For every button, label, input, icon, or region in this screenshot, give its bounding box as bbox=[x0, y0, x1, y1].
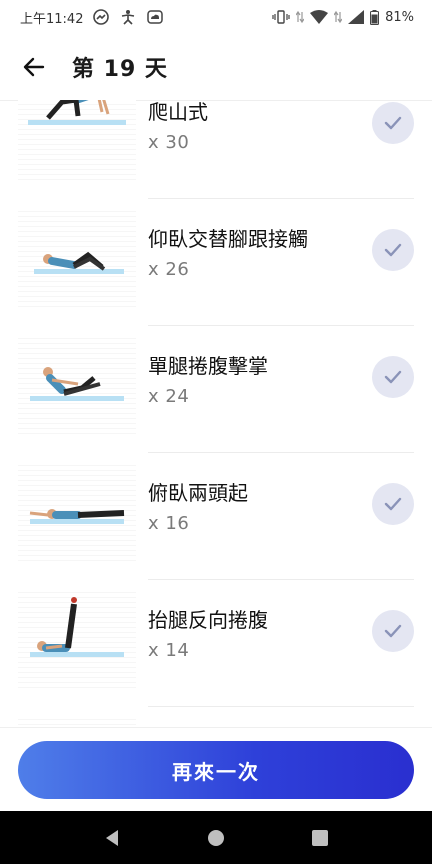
restart-button[interactable]: 再來一次 bbox=[18, 741, 414, 799]
exercise-thumbnail bbox=[18, 715, 136, 727]
triangle-back-icon bbox=[106, 829, 118, 846]
checkmark-icon bbox=[384, 370, 402, 384]
nav-home-button[interactable] bbox=[196, 818, 236, 858]
exercise-thumbnail bbox=[18, 334, 136, 438]
exercise-thumbnail bbox=[18, 100, 136, 184]
exercise-list[interactable]: 爬山式 x 30 仰臥交替腳跟接觸 x 26 單腿捲腹擊掌 x 24 俯臥兩頭起… bbox=[0, 100, 432, 727]
nav-recents-button[interactable] bbox=[300, 818, 340, 858]
status-time: 上午11:42 bbox=[20, 11, 84, 27]
completed-check[interactable] bbox=[372, 229, 414, 271]
exercise-thumbnail bbox=[18, 461, 136, 565]
exercise-thumbnail bbox=[18, 588, 136, 692]
completed-check[interactable] bbox=[372, 610, 414, 652]
data-arrows-icon-2 bbox=[334, 10, 343, 24]
list-item[interactable]: 仰臥交替腳跟接觸 x 26 bbox=[0, 199, 432, 326]
circle-home-icon bbox=[208, 829, 224, 846]
list-item[interactable]: 單腿捲腹擊掌 x 24 bbox=[0, 326, 432, 453]
checkmark-icon bbox=[384, 116, 402, 130]
exercise-reps: x 26 bbox=[148, 259, 190, 280]
exercise-reps: x 14 bbox=[148, 640, 190, 661]
exercise-reps: x 16 bbox=[148, 513, 190, 534]
exercise-name: 單腿捲腹擊掌 bbox=[148, 354, 268, 378]
battery-level: 81% bbox=[385, 9, 414, 25]
app-header: 第 19 天 bbox=[0, 34, 432, 100]
page-title: 第 19 天 bbox=[72, 57, 168, 82]
completed-check[interactable] bbox=[372, 102, 414, 144]
footer: 再來一次 bbox=[0, 727, 432, 812]
exercise-name: 抬腿反向捲腹 bbox=[148, 608, 268, 632]
square-recents-icon bbox=[312, 829, 328, 846]
nav-back-button[interactable] bbox=[92, 818, 132, 858]
list-item[interactable]: 俯臥兩頭起 x 16 bbox=[0, 453, 432, 580]
exercise-name: 爬山式 bbox=[148, 100, 208, 124]
exercise-reps: x 24 bbox=[148, 386, 190, 407]
exercise-thumbnail bbox=[18, 207, 136, 311]
fitness-app-icon bbox=[119, 9, 137, 25]
battery-icon bbox=[370, 9, 380, 25]
back-button[interactable] bbox=[10, 43, 58, 91]
exercise-reps: x 30 bbox=[148, 132, 190, 153]
status-bar: 上午11:42 81% bbox=[0, 0, 432, 34]
checkmark-icon bbox=[384, 624, 402, 638]
exercise-name: 仰臥交替腳跟接觸 bbox=[148, 227, 308, 251]
vibrate-icon bbox=[272, 10, 290, 24]
list-item[interactable]: 抬腿反向捲腹 x 14 bbox=[0, 580, 432, 707]
data-arrows-icon bbox=[296, 10, 305, 24]
checkmark-icon bbox=[384, 243, 402, 257]
exercise-name: 俯臥兩頭起 bbox=[148, 481, 248, 505]
wifi-icon bbox=[310, 10, 329, 24]
list-item[interactable] bbox=[0, 707, 432, 727]
arrow-left-icon bbox=[23, 57, 45, 77]
cloud-icon bbox=[147, 9, 164, 25]
system-nav-bar bbox=[0, 811, 432, 864]
checkmark-icon bbox=[384, 497, 402, 511]
list-item[interactable]: 爬山式 x 30 bbox=[0, 100, 432, 199]
completed-check[interactable] bbox=[372, 483, 414, 525]
completed-check[interactable] bbox=[372, 356, 414, 398]
cell-signal-icon bbox=[348, 10, 365, 24]
messenger-icon bbox=[93, 9, 110, 25]
